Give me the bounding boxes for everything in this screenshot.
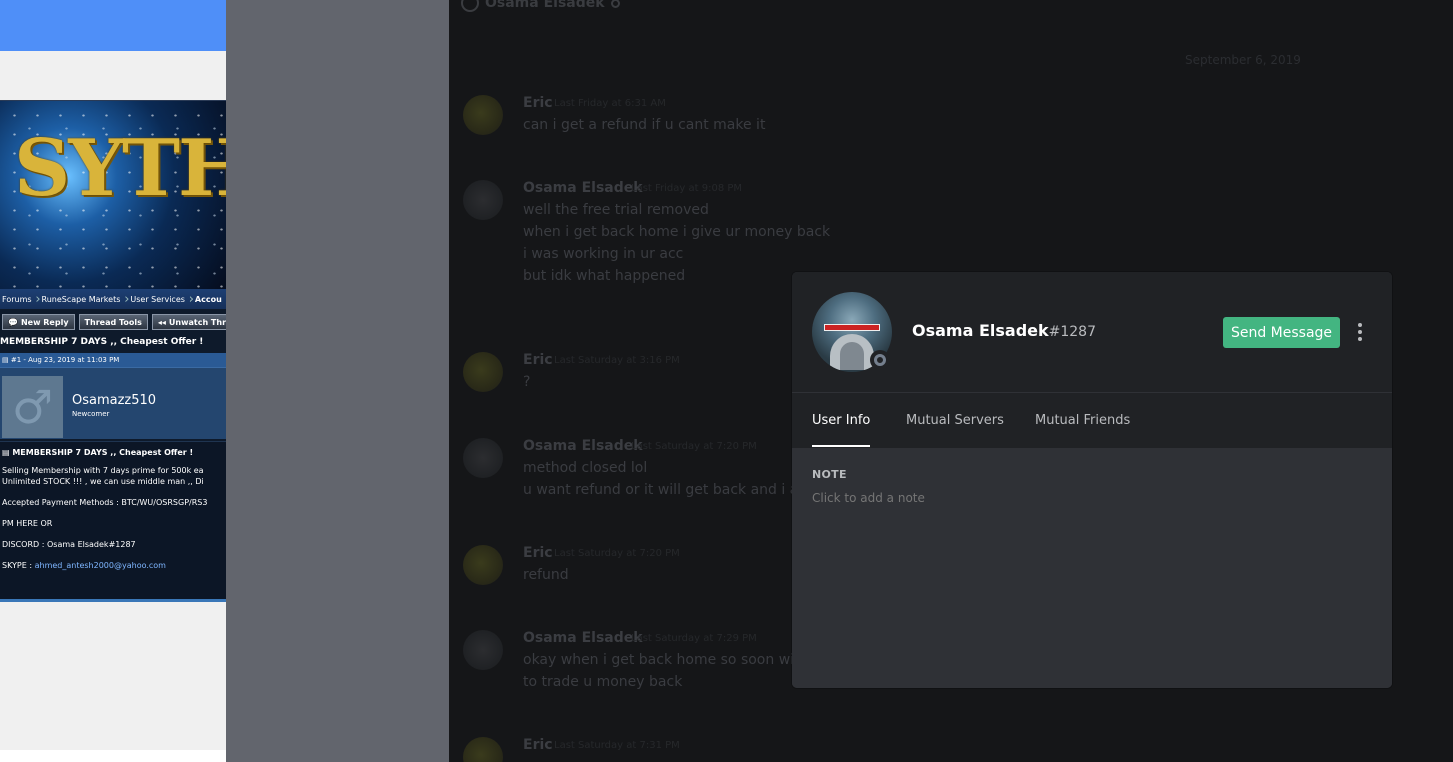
message-timestamp: Last Saturday at 7:31 PM — [554, 740, 680, 751]
message-line: method closed lol — [523, 460, 648, 476]
tab-mutual-friends[interactable]: Mutual Friends — [1035, 413, 1130, 445]
message-author[interactable]: Eric — [523, 545, 553, 561]
message-line: ? — [523, 374, 531, 390]
breadcrumb-current[interactable]: Accou — [193, 292, 226, 307]
unwatch-thread-button[interactable]: ◂◂ Unwatch Threa — [151, 314, 226, 330]
message-author[interactable]: Eric — [523, 737, 553, 753]
avatar[interactable] — [463, 438, 503, 478]
breadcrumb-runescape-markets[interactable]: RuneScape Markets — [40, 292, 130, 307]
screen: SYTHE Forums RuneScape Markets User Serv… — [0, 0, 1453, 762]
profile-name: Osama Elsadek#1287 — [912, 321, 1096, 340]
post-line: Selling Membership with 7 days prime for… — [2, 466, 204, 475]
message-author[interactable]: Osama Elsadek — [523, 180, 643, 196]
avatar[interactable] — [463, 630, 503, 670]
message-line: can i get a refund if u cant make it — [523, 117, 766, 133]
post-line: DISCORD : Osama Elsadek#1287 — [2, 540, 136, 549]
at-icon — [461, 0, 479, 12]
post-user-rank: Newcomer — [72, 410, 110, 418]
message-line: well the free trial removed — [523, 202, 709, 218]
more-options-icon[interactable] — [1354, 321, 1366, 343]
message-author[interactable]: Osama Elsadek — [523, 438, 643, 454]
post-icon: ▤ — [2, 356, 11, 364]
message-timestamp: Last Friday at 9:08 PM — [631, 183, 743, 194]
profile-username: Osama Elsadek — [912, 321, 1049, 340]
unwatch-label: Unwatch Threa — [168, 317, 226, 327]
message-line: refund — [523, 567, 569, 583]
date-separator: September 6, 2019 — [1185, 53, 1301, 67]
note-heading: NOTE — [812, 468, 847, 481]
new-reply-button[interactable]: 💬 New Reply — [2, 314, 75, 330]
breadcrumb-forums[interactable]: Forums — [0, 292, 40, 307]
send-message-button[interactable]: Send Message — [1223, 317, 1340, 348]
message-timestamp: Last Saturday at 7:20 PM — [631, 441, 757, 452]
tab-user-info[interactable]: User Info — [812, 413, 871, 447]
message-line: okay when i get back home so soon will p — [523, 652, 816, 668]
speech-bubble-icon: 💬 — [8, 317, 18, 327]
avatar[interactable] — [463, 545, 503, 585]
breadcrumb-user-services[interactable]: User Services — [128, 292, 193, 307]
message-author[interactable]: Osama Elsadek — [523, 630, 643, 646]
forum-bottom-strip — [0, 750, 226, 762]
message-line: to trade u money back — [523, 674, 683, 690]
status-icon — [610, 0, 620, 8]
document-icon: ▤ — [2, 448, 13, 457]
user-profile-modal: Osama Elsadek#1287 Send Message User Inf… — [792, 272, 1392, 688]
post-meta[interactable]: #1 - Aug 23, 2019 at 11:03 PM — [11, 356, 120, 364]
message-line: but idk what happened — [523, 268, 686, 284]
avatar-arch-inner — [840, 342, 864, 370]
post-line: Accepted Payment Methods : BTC/WU/OSRSGP… — [2, 498, 208, 507]
note-input[interactable] — [812, 491, 1372, 505]
forum-banner: SYTHE — [0, 101, 226, 289]
forum-panel: SYTHE Forums RuneScape Markets User Serv… — [0, 100, 226, 602]
skype-label: SKYPE : — [2, 561, 35, 570]
thread-actions: 💬 New Reply Thread Tools ◂◂ Unwatch Thre… — [0, 314, 226, 332]
post-body: ▤ MEMBERSHIP 7 DAYS ,, Cheapest Offer ! … — [0, 441, 226, 599]
profile-discriminator: #1287 — [1048, 324, 1096, 340]
breadcrumb: Forums RuneScape Markets User Services A… — [0, 289, 226, 309]
message-timestamp: Last Saturday at 7:29 PM — [631, 633, 757, 644]
thread-tools-button[interactable]: Thread Tools — [78, 314, 148, 330]
message-timestamp: Last Saturday at 3:16 PM — [554, 355, 680, 366]
skype-email-link[interactable]: ahmed_antesh2000@yahoo.com — [35, 561, 166, 570]
profile-header: Osama Elsadek#1287 Send Message — [792, 272, 1392, 392]
profile-body: NOTE — [792, 448, 1392, 688]
avatar[interactable] — [463, 95, 503, 135]
avatar[interactable] — [463, 737, 503, 762]
chat-header: Osama Elsadek — [461, 0, 620, 12]
thread-tools-label: Thread Tools — [84, 317, 142, 327]
message-author[interactable]: Eric — [523, 352, 553, 368]
message-timestamp: Last Saturday at 7:20 PM — [554, 548, 680, 559]
tab-mutual-servers[interactable]: Mutual Servers — [906, 413, 1004, 445]
thread-title: MEMBERSHIP 7 DAYS ,, Cheapest Offer ! — [0, 337, 204, 347]
message-author[interactable]: Eric — [523, 95, 553, 111]
avatar-banner — [824, 324, 880, 331]
message-line: i was working in ur acc — [523, 246, 684, 262]
forum-screenshot: SYTHE Forums RuneScape Markets User Serv… — [0, 0, 226, 762]
post-title: ▤ MEMBERSHIP 7 DAYS ,, Cheapest Offer ! — [2, 448, 193, 457]
male-symbol-icon[interactable]: ♂ — [2, 376, 63, 438]
post-skype-line: SKYPE : ahmed_antesh2000@yahoo.com — [2, 561, 166, 570]
post-title-text: MEMBERSHIP 7 DAYS ,, Cheapest Offer ! — [12, 448, 194, 457]
desktop-gutter — [226, 0, 449, 762]
avatar[interactable] — [463, 180, 503, 220]
message-timestamp: Last Friday at 6:31 AM — [554, 98, 666, 109]
browser-blue-bar — [0, 0, 226, 51]
post-username[interactable]: Osamazz510 — [72, 393, 156, 408]
message-line: u want refund or it will get back and i … — [523, 482, 812, 498]
profile-tabs: User Info Mutual Servers Mutual Friends — [792, 392, 1392, 448]
new-reply-label: New Reply — [20, 317, 69, 327]
post-line: Unlimited STOCK !!! , we can use middle … — [2, 477, 204, 486]
forum-logo[interactable]: SYTHE — [14, 123, 226, 214]
post-meta-bar: ▤ #1 - Aug 23, 2019 at 11:03 PM — [0, 353, 226, 367]
avatar[interactable] — [463, 352, 503, 392]
message-line: when i get back home i give ur money bac… — [523, 224, 831, 240]
post-line: PM HERE OR — [2, 519, 53, 528]
post-user-box: ♂ Osamazz510 Newcomer — [0, 367, 226, 439]
offline-status-icon — [870, 350, 890, 370]
channel-name: Osama Elsadek — [485, 0, 605, 11]
arrows-icon: ◂◂ — [157, 317, 166, 327]
